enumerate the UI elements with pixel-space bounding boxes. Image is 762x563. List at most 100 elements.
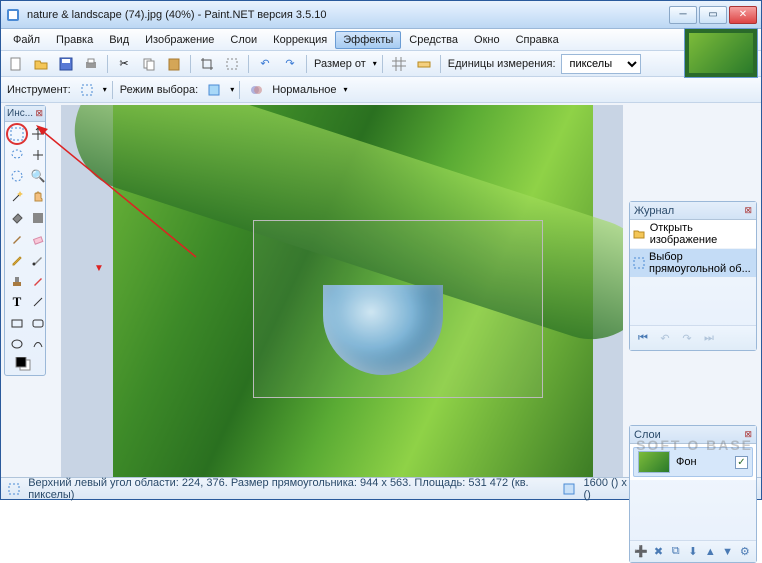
tool-clone-stamp[interactable]	[7, 271, 27, 291]
blend-icon[interactable]	[245, 79, 267, 101]
menubar: Файл Правка Вид Изображение Слои Коррекц…	[1, 29, 761, 51]
new-button[interactable]	[5, 53, 27, 75]
history-undo-button[interactable]: ↶	[656, 330, 674, 346]
menu-adjustments[interactable]: Коррекция	[265, 31, 335, 49]
tool-icon-current[interactable]	[76, 79, 98, 101]
tool-lasso-select[interactable]	[7, 145, 27, 165]
size-label: Размер от	[312, 58, 368, 70]
tools-panel-header: Инс... ⊠	[5, 106, 45, 122]
layer-add-button[interactable]: ➕	[634, 544, 648, 560]
history-rewind-button[interactable]: ⏮	[634, 330, 652, 346]
status-selection-info: Верхний левый угол области: 224, 376. Ра…	[28, 477, 546, 501]
open-button[interactable]	[30, 53, 52, 75]
rectangle-select-icon	[633, 256, 645, 270]
tool-eraser[interactable]	[28, 229, 48, 249]
history-item-label: Открыть изображение	[650, 222, 753, 246]
blend-dropdown[interactable]: ▾	[342, 85, 348, 94]
cut-button[interactable]: ✂	[113, 53, 135, 75]
size-dropdown[interactable]: ▾	[371, 59, 377, 68]
layer-thumbnail	[638, 451, 670, 473]
selection-info-icon	[7, 482, 20, 496]
tool-zoom[interactable]: 🔍	[28, 166, 48, 186]
tool-colors-swatch[interactable]	[7, 355, 48, 373]
menu-tools[interactable]: Средства	[401, 31, 466, 49]
tool-color-picker[interactable]	[28, 250, 48, 270]
tool-magic-wand[interactable]	[7, 187, 27, 207]
paste-button[interactable]	[163, 53, 185, 75]
deselect-button[interactable]	[221, 53, 243, 75]
blend-value: Нормальное	[270, 84, 338, 96]
tool-line[interactable]	[28, 292, 48, 312]
tool-freeform-shape[interactable]	[28, 334, 48, 354]
menu-window[interactable]: Окно	[466, 31, 508, 49]
tool-ellipse-select[interactable]	[7, 166, 27, 186]
document-thumbnail[interactable]	[684, 28, 758, 78]
tool-paint-bucket[interactable]	[7, 208, 27, 228]
layer-duplicate-button[interactable]: ⧉	[669, 544, 683, 560]
grid-button[interactable]	[388, 53, 410, 75]
units-label: Единицы измерения:	[446, 58, 558, 70]
print-button[interactable]	[80, 53, 102, 75]
tool-paintbrush[interactable]	[7, 229, 27, 249]
canvas-viewport[interactable]	[61, 105, 623, 477]
history-panel-close-icon[interactable]: ⊠	[744, 205, 752, 216]
tool-rectangle-select[interactable]	[7, 124, 27, 144]
tools-panel-close-icon[interactable]: ⊠	[35, 108, 43, 119]
undo-button[interactable]: ↶	[254, 53, 276, 75]
save-button[interactable]	[55, 53, 77, 75]
menu-image[interactable]: Изображение	[137, 31, 222, 49]
tool-ellipse-shape[interactable]	[7, 334, 27, 354]
menu-layers[interactable]: Слои	[222, 31, 265, 49]
crop-button[interactable]	[196, 53, 218, 75]
tool-gradient[interactable]	[28, 208, 48, 228]
selection-rectangle[interactable]	[253, 220, 543, 398]
tool-dropdown[interactable]: ▾	[101, 85, 107, 94]
history-panel-title: Журнал	[634, 205, 674, 217]
units-select[interactable]: пикселы	[561, 54, 641, 74]
layer-delete-button[interactable]: ✖	[651, 544, 665, 560]
layer-up-button[interactable]: ▲	[703, 544, 717, 560]
mode-replace-button[interactable]	[203, 79, 225, 101]
history-item-label: Выбор прямоугольной об...	[649, 251, 753, 275]
menu-file[interactable]: Файл	[5, 31, 48, 49]
menu-effects[interactable]: Эффекты	[335, 31, 401, 49]
history-item[interactable]: Открыть изображение	[630, 220, 756, 249]
mode-dropdown[interactable]: ▾	[228, 85, 234, 94]
layer-properties-button[interactable]: ⚙	[738, 544, 752, 560]
history-redo-button[interactable]: ↷	[678, 330, 696, 346]
app-window: nature & landscape (74).jpg (40%) - Pain…	[0, 0, 762, 500]
toolbar-main: ✂ ↶ ↷ Размер от ▾ Единицы измерения: пик…	[1, 51, 761, 77]
tool-move-pixels[interactable]	[28, 145, 48, 165]
menu-help[interactable]: Справка	[508, 31, 567, 49]
open-image-icon	[633, 227, 646, 241]
layer-merge-button[interactable]: ⬇	[686, 544, 700, 560]
layer-name: Фон	[676, 456, 697, 468]
tool-label: Инструмент:	[5, 84, 73, 96]
tool-text[interactable]: T	[7, 292, 27, 312]
maximize-button[interactable]: ▭	[699, 6, 727, 24]
layer-down-button[interactable]: ▼	[720, 544, 734, 560]
menu-edit[interactable]: Правка	[48, 31, 101, 49]
tool-rounded-rect[interactable]	[28, 313, 48, 333]
tool-pencil[interactable]	[7, 250, 27, 270]
copy-button[interactable]	[138, 53, 160, 75]
tool-rectangle-shape[interactable]	[7, 313, 27, 333]
tools-panel-title: Инс...	[7, 108, 33, 119]
canvas-size-icon	[562, 482, 575, 496]
annotation-arrowhead-icon: ▼	[94, 263, 104, 274]
ruler-button[interactable]	[413, 53, 435, 75]
close-button[interactable]: ✕	[729, 6, 757, 24]
history-fastforward-button[interactable]: ⏭	[700, 330, 718, 346]
app-icon	[5, 7, 21, 23]
menu-view[interactable]: Вид	[101, 31, 137, 49]
history-panel: Журнал ⊠ Открыть изображение Выбор прямо…	[629, 201, 757, 351]
tool-pan[interactable]	[28, 187, 48, 207]
selection-mode-label: Режим выбора:	[118, 84, 200, 96]
layer-visibility-checkbox[interactable]: ✓	[735, 456, 748, 469]
tool-move-selection[interactable]	[28, 124, 48, 144]
layers-toolbar: ➕ ✖ ⧉ ⬇ ▲ ▼ ⚙	[630, 540, 756, 562]
redo-button[interactable]: ↷	[279, 53, 301, 75]
tool-recolor[interactable]	[28, 271, 48, 291]
minimize-button[interactable]: ─	[669, 6, 697, 24]
history-item[interactable]: Выбор прямоугольной об...	[630, 249, 756, 278]
